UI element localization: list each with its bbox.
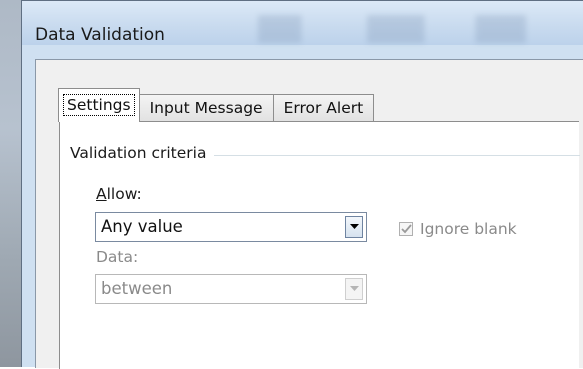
check-icon: [401, 224, 412, 234]
validation-criteria-label: Validation criteria: [70, 144, 215, 162]
background-ribbon-blur: [222, 15, 583, 43]
tab-input-message[interactable]: Input Message: [138, 94, 274, 122]
tab-strip: Settings Input Message Error Alert: [58, 88, 375, 122]
settings-panel: Validation criteria Allow: Any value Dat…: [59, 121, 580, 369]
tab-settings[interactable]: Settings: [58, 88, 140, 122]
tab-input-message-label: Input Message: [149, 99, 263, 117]
allow-select[interactable]: Any value: [95, 212, 367, 242]
data-dropdown-button[interactable]: [345, 278, 363, 300]
allow-dropdown-button[interactable]: [345, 216, 363, 238]
title-bar[interactable]: Data Validation: [22, 1, 583, 45]
dialog-title: Data Validation: [35, 25, 165, 45]
allow-label-accesskey: A: [96, 185, 107, 203]
tab-settings-label: Settings: [63, 94, 135, 116]
tab-error-alert-label: Error Alert: [283, 99, 364, 117]
data-select[interactable]: between: [95, 274, 367, 304]
chevron-down-icon: [350, 224, 359, 229]
chevron-down-icon: [350, 286, 359, 291]
ignore-blank-checkbox[interactable]: [399, 222, 413, 236]
tab-error-alert[interactable]: Error Alert: [272, 94, 375, 122]
data-select-value: between: [101, 279, 173, 298]
allow-select-value: Any value: [101, 217, 183, 236]
allow-label: Allow:: [96, 185, 142, 203]
allow-label-rest: llow:: [106, 185, 142, 203]
dialog-client-area: Settings Input Message Error Alert Valid…: [35, 59, 583, 369]
data-validation-dialog: Data Validation Settings Input Message E…: [21, 0, 583, 369]
data-label: Data:: [96, 248, 139, 266]
ignore-blank-label: Ignore blank: [420, 220, 517, 238]
